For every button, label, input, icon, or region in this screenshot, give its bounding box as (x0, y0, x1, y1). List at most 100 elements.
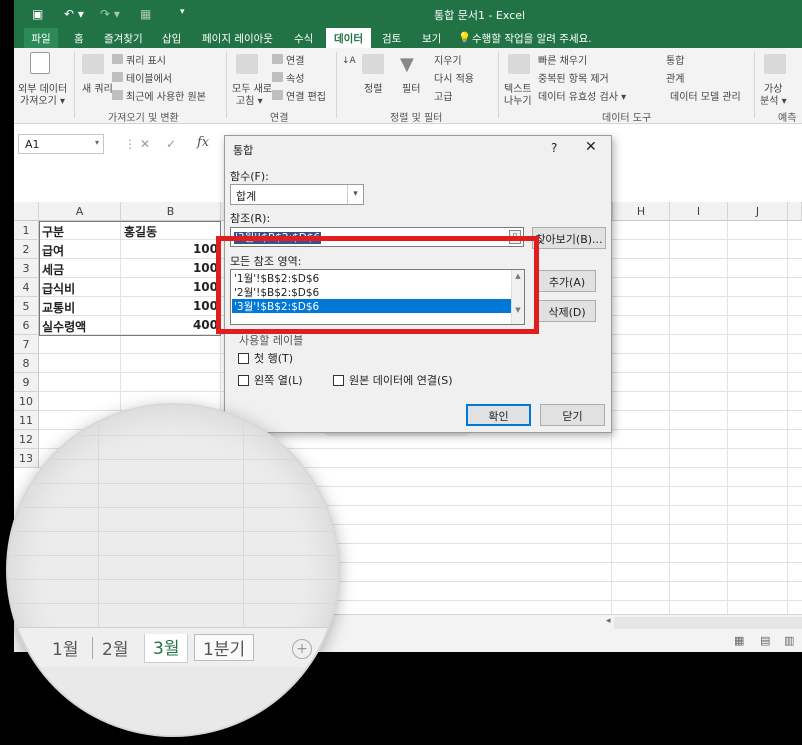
recent-sources-button[interactable]: 최근에 사용한 원본 (126, 88, 206, 103)
tab-file[interactable]: 파일 (24, 28, 58, 48)
cell-a4[interactable]: 급식비 (39, 278, 121, 297)
row-header-8[interactable]: 8 (14, 354, 39, 373)
row-header-1[interactable]: 1 (14, 221, 39, 240)
row-header-9[interactable]: 9 (14, 373, 39, 392)
cell-a5[interactable]: 교통비 (39, 297, 121, 316)
insert-function-button[interactable]: fx (197, 135, 209, 150)
cell-b6[interactable]: 400 (121, 316, 221, 335)
tab-page-layout[interactable]: 페이지 레이아웃 (202, 31, 273, 46)
clear-button[interactable]: 지우기 (434, 52, 462, 67)
data-validation-button[interactable]: 데이터 유효성 검사 ▾ (538, 88, 626, 103)
row-header-11[interactable]: 11 (14, 411, 39, 430)
row-header-4[interactable]: 4 (14, 278, 39, 297)
data-model-button[interactable]: 데이터 모델 관리 (670, 88, 741, 103)
tab-home[interactable]: 홈 (74, 31, 84, 46)
new-query-button[interactable]: 새 쿼리 (82, 80, 113, 95)
row-header-2[interactable]: 2 (14, 240, 39, 259)
filter-button[interactable]: 필터 (402, 80, 420, 95)
tab-insert[interactable]: 삽입 (162, 31, 181, 46)
link-source-checkbox[interactable]: 원본 데이터에 연결(S) (333, 372, 453, 388)
row-header-6[interactable]: 6 (14, 316, 39, 335)
sheet-tab-q1[interactable]: 1분기 (194, 634, 255, 661)
column-header-i[interactable]: I (670, 202, 728, 221)
filter-icon: ▼ (400, 54, 414, 75)
add-button[interactable]: 추가(A) (538, 270, 596, 292)
left-column-checkbox[interactable]: 왼쪽 열(L) (238, 372, 303, 388)
close-icon[interactable]: ✕ (585, 139, 597, 155)
cell-b4[interactable]: 100 (121, 278, 221, 297)
scroll-tabs-left-icon[interactable]: ◂ (16, 637, 23, 653)
sort-asc-icon[interactable]: ↓A (342, 56, 356, 66)
cancel-button[interactable]: 닫기 (540, 404, 605, 426)
customize-qat-icon[interactable]: ▾ (180, 7, 185, 17)
add-sheet-icon[interactable]: + (292, 639, 312, 659)
tell-me-search[interactable]: 수행할 작업을 알려 주세요. (472, 31, 592, 46)
row-header-3[interactable]: 3 (14, 259, 39, 278)
from-table-button[interactable]: 테이블에서 (126, 70, 172, 85)
consolidate-button[interactable]: 통합 (666, 52, 684, 67)
row-header-10[interactable]: 10 (14, 392, 39, 411)
relationships-button[interactable]: 관계 (666, 70, 684, 85)
browse-button[interactable]: 찾아보기(B)... (532, 227, 606, 249)
delete-button[interactable]: 삭제(D) (538, 300, 596, 322)
column-header-h[interactable]: H (612, 202, 670, 221)
edit-links-button[interactable]: 연결 편집 (286, 88, 326, 103)
cell-a1[interactable]: 구분 (39, 221, 121, 240)
select-all-corner[interactable] (14, 202, 39, 221)
remove-duplicates-button[interactable]: 중복된 항목 제거 (538, 70, 609, 85)
cell-b1[interactable]: 홍길동 (121, 221, 221, 240)
ok-button[interactable]: 확인 (466, 404, 531, 426)
tab-data[interactable]: 데이터 (326, 28, 371, 48)
redo-icon[interactable]: ↷ ▾ (100, 7, 120, 21)
top-row-checkbox[interactable]: 첫 행(T) (238, 350, 293, 366)
show-queries-button[interactable]: 쿼리 표시 (126, 52, 166, 67)
cell-a3[interactable]: 세금 (39, 259, 121, 278)
flash-fill-button[interactable]: 빠른 채우기 (538, 52, 587, 67)
what-if-label: 분석 ▾ (760, 96, 787, 107)
undo-icon[interactable]: ↶ ▾ (64, 7, 84, 21)
cell-a6[interactable]: 실수령액 (39, 316, 121, 335)
row-header-7[interactable]: 7 (14, 335, 39, 354)
tab-review[interactable]: 검토 (382, 31, 401, 46)
row-header-5[interactable]: 5 (14, 297, 39, 316)
cell-b3[interactable]: 100 (121, 259, 221, 278)
properties-button[interactable]: 속성 (286, 70, 304, 85)
column-header-b[interactable]: B (121, 202, 221, 221)
name-box[interactable]: A1 ▾ (18, 134, 104, 154)
connections-button[interactable]: 연결 (286, 52, 304, 67)
page-break-view-icon[interactable]: ▥ (784, 634, 794, 647)
tab-formulas[interactable]: 수식 (294, 31, 313, 46)
help-button[interactable]: ? (551, 141, 557, 155)
sheet-tab-1[interactable]: 1월 (52, 635, 78, 660)
enter-icon[interactable]: ✓ (166, 137, 176, 151)
row-header-12[interactable]: 12 (14, 430, 39, 449)
reapply-button[interactable]: 다시 적용 (434, 70, 474, 85)
sort-button[interactable]: 정렬 (364, 80, 382, 95)
normal-view-icon[interactable]: ▦ (734, 634, 744, 647)
zoomed-gridline (8, 555, 338, 556)
tab-view[interactable]: 보기 (422, 31, 441, 46)
use-labels-label: 사용할 레이블 (239, 334, 304, 347)
properties-icon (272, 72, 283, 82)
scroll-left-icon[interactable]: ◂ (606, 616, 611, 626)
horizontal-scrollbar[interactable] (614, 617, 802, 629)
cell-b5[interactable]: 100 (121, 297, 221, 316)
tab-favorites[interactable]: 즐겨찾기 (104, 31, 143, 46)
sheet-tab-3-active[interactable]: 3월 (144, 634, 189, 663)
sheet-tab-2[interactable]: 2월 (102, 635, 128, 660)
cancel-icon[interactable]: ✕ (140, 137, 150, 151)
column-header-k[interactable] (788, 202, 802, 221)
column-header-j[interactable]: J (728, 202, 788, 221)
column-header-a[interactable]: A (39, 202, 121, 221)
cell-b2[interactable]: 100 (121, 240, 221, 259)
cell-a2[interactable]: 급여 (39, 240, 121, 259)
zoomed-gridline (8, 531, 338, 532)
zoomed-gridline (8, 507, 338, 508)
save-icon[interactable]: ▣ (32, 7, 43, 21)
quick-access-icon[interactable]: ▦ (140, 7, 151, 21)
function-select[interactable]: 합계 ▾ (230, 184, 364, 205)
page-layout-view-icon[interactable]: ▤ (760, 634, 770, 647)
group-get-transform: 가져오기 및 변환 (108, 113, 179, 124)
gridline (787, 221, 788, 641)
advanced-button[interactable]: 고급 (434, 88, 452, 103)
